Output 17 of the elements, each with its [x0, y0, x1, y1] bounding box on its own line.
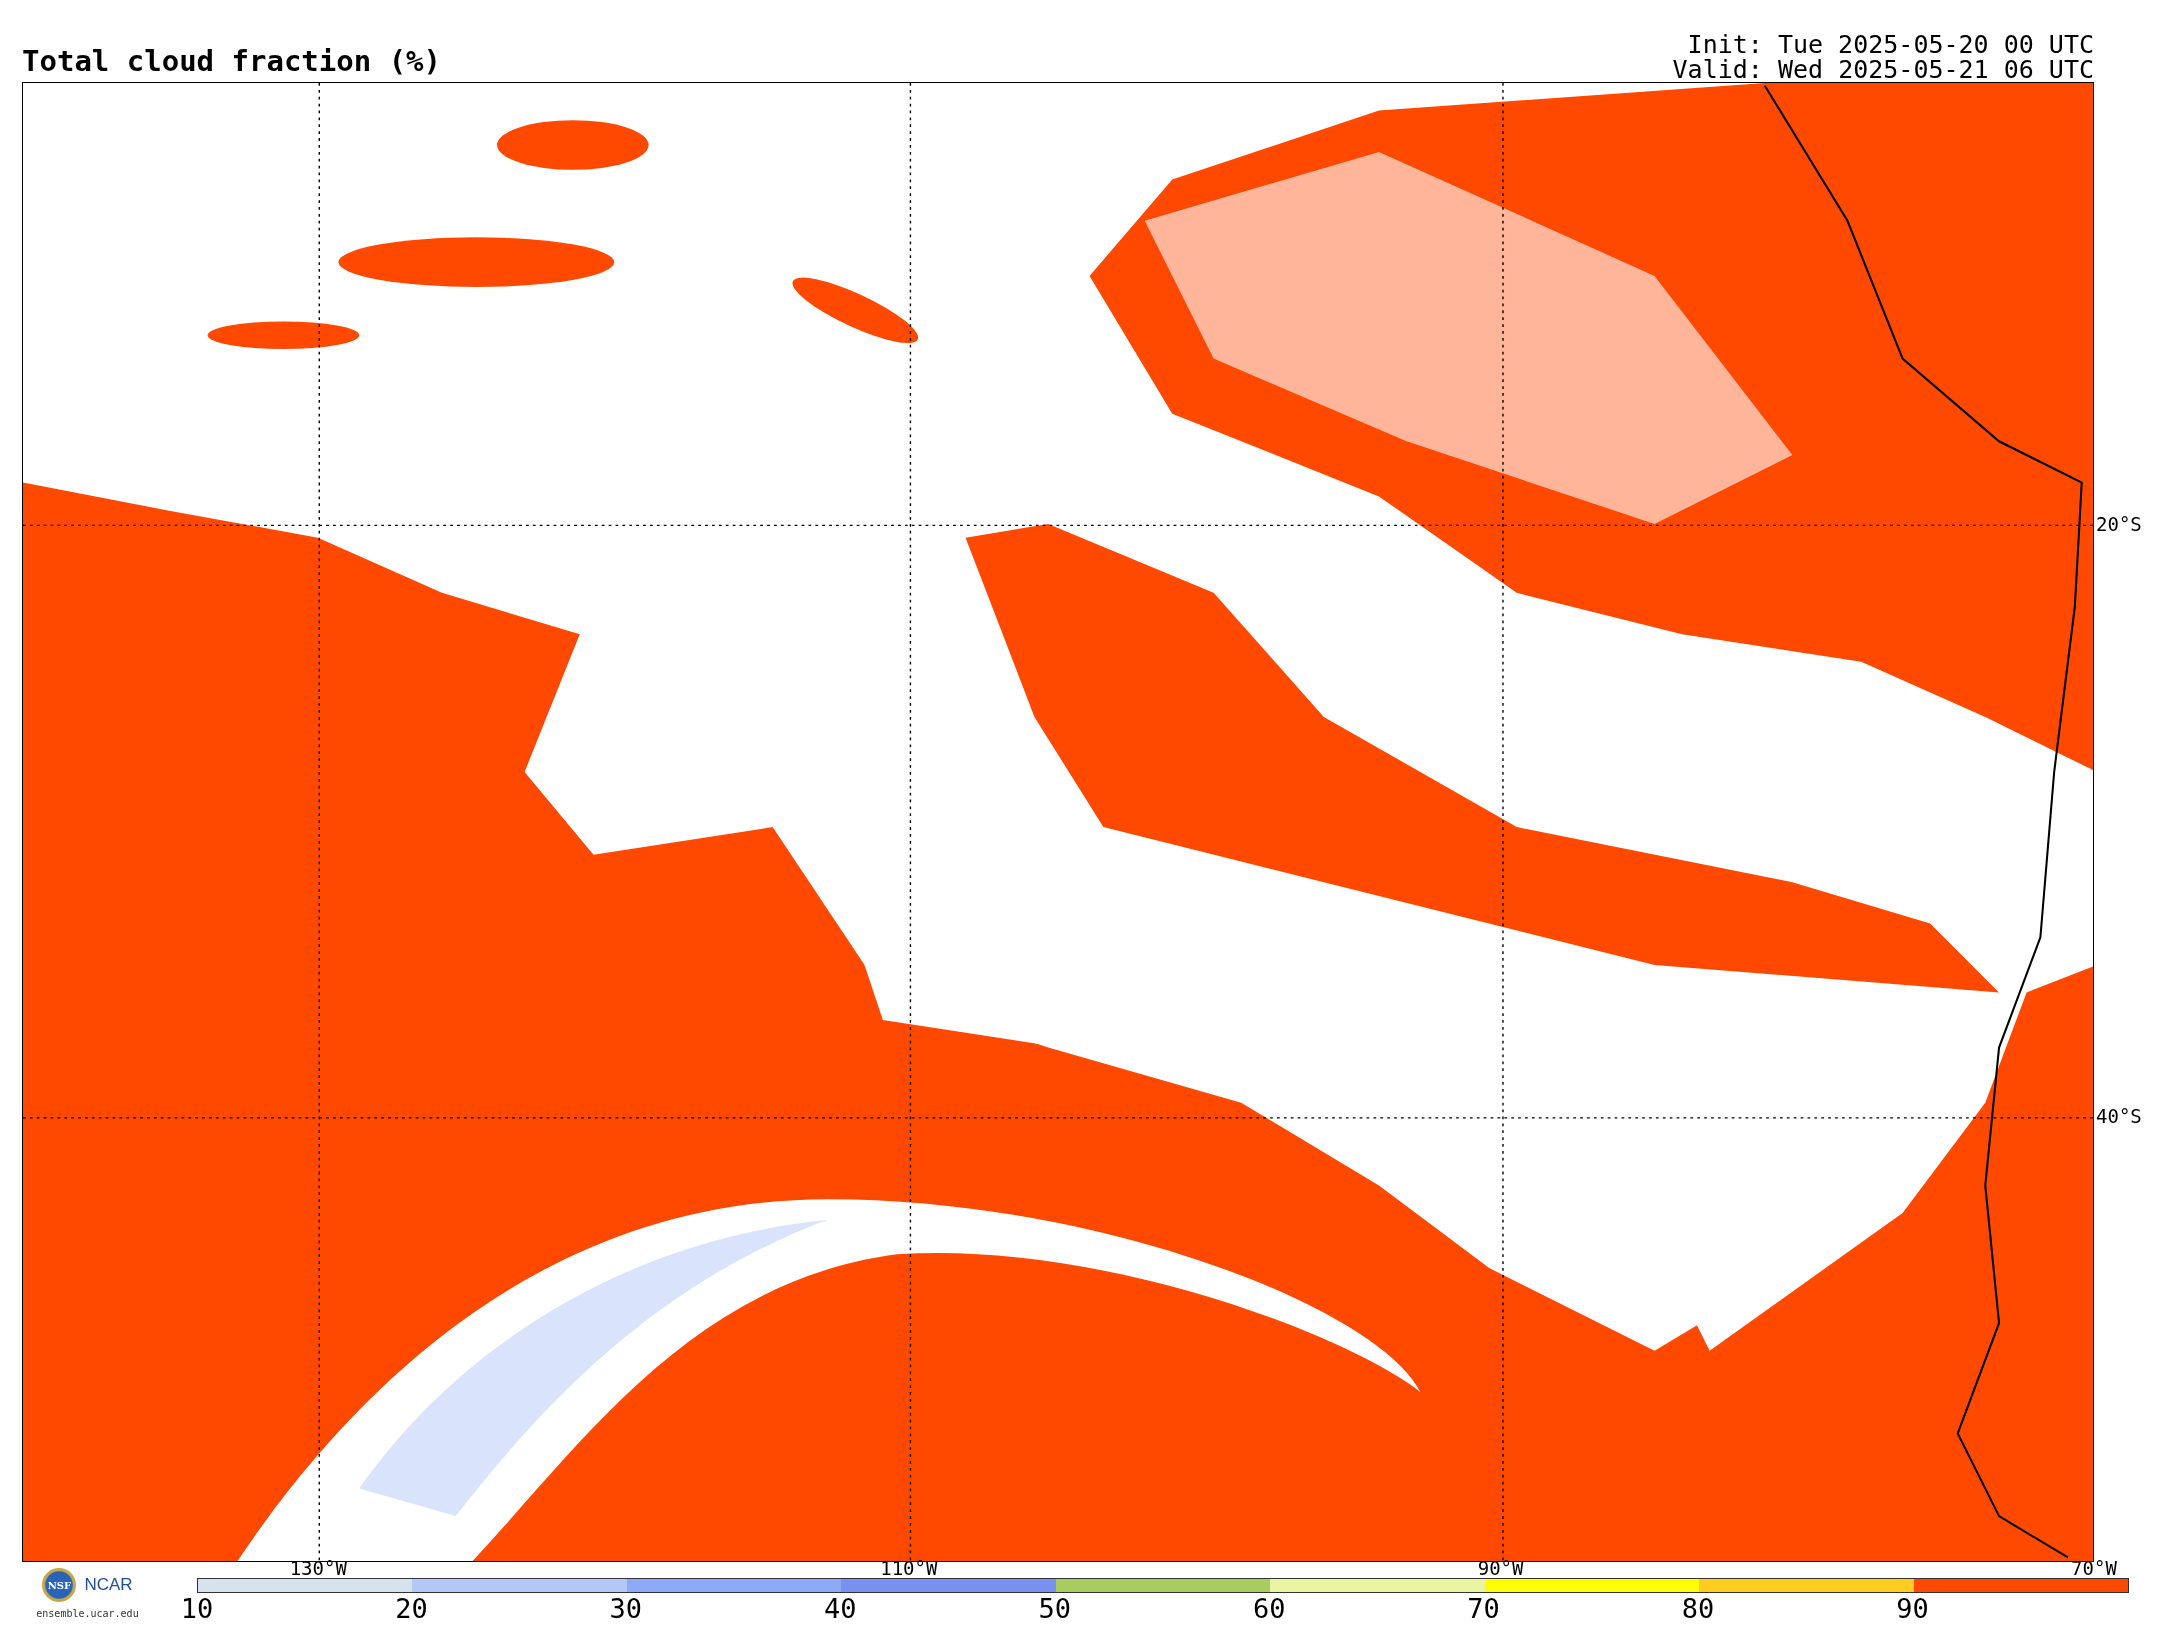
init-time: Init: Tue 2025-05-20 00 UTC — [1687, 32, 2094, 57]
scale-tick-label: 10 — [180, 1593, 214, 1625]
valid-time: Valid: Wed 2025-05-21 06 UTC — [1672, 57, 2094, 82]
chart-title: Total cloud fraction (%) — [22, 44, 442, 80]
scale-tick-label: 50 — [1038, 1593, 1071, 1625]
ncar-logo: NCAR — [84, 1575, 133, 1595]
nsf-logo: NSF — [42, 1568, 77, 1602]
website-url: ensemble.ucar.edu — [36, 1608, 139, 1619]
scale-tick-label: 60 — [1252, 1593, 1286, 1625]
scale-tick-label: 80 — [1681, 1593, 1715, 1625]
scale-tick-label: 70 — [1467, 1593, 1500, 1625]
scale-tick-label: 40 — [824, 1593, 857, 1625]
scale-tick-label: 90 — [1896, 1593, 1929, 1625]
scale-tick-label: 20 — [395, 1593, 428, 1625]
latitude-label: 40°S — [2096, 1104, 2142, 1127]
scale-tick-label: 30 — [609, 1593, 643, 1625]
latitude-label: 20°S — [2096, 512, 2142, 535]
